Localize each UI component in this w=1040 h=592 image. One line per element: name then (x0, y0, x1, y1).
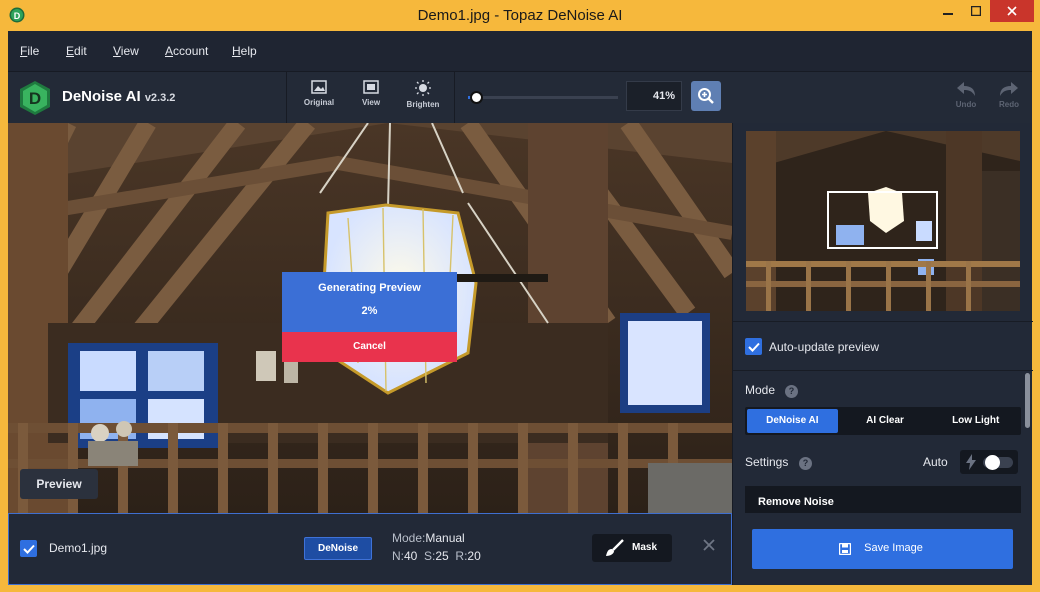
window-title: Demo1.jpg - Topaz DeNoise AI (417, 7, 623, 24)
app-name: DeNoise AI v2.3.2 (62, 88, 176, 105)
auto-toggle[interactable] (960, 450, 1018, 474)
redo-icon (1000, 82, 1018, 96)
dialog-title: Generating Preview (318, 282, 421, 294)
auto-update-checkbox[interactable] (745, 338, 762, 355)
tab-denoise-ai[interactable]: DeNoise AI (747, 409, 838, 433)
title-bar: D Demo1.jpg - Topaz DeNoise AI (0, 0, 1040, 31)
maximize-button[interactable] (962, 0, 990, 22)
brighten-button[interactable]: Brighten (403, 80, 443, 109)
remove-noise-section[interactable]: Remove Noise (745, 486, 1021, 513)
redo-button[interactable]: Redo (991, 80, 1027, 109)
undo-icon (957, 82, 975, 96)
original-button[interactable]: Original (299, 80, 339, 107)
mode-selector: DeNoise AI AI Clear Low Light (745, 407, 1021, 435)
app-frame: File Edit View Account Help D DeNoise AI… (8, 31, 1033, 585)
generating-preview-dialog: Generating Preview 2% Cancel (282, 272, 457, 362)
menu-account[interactable]: Account (165, 44, 208, 58)
save-area: Save Image (732, 513, 1032, 585)
mask-button[interactable]: Mask (592, 534, 672, 562)
navigator-viewport[interactable] (827, 191, 938, 249)
menu-view[interactable]: View (113, 44, 139, 58)
menu-help[interactable]: Help (232, 44, 257, 58)
toolbar: D DeNoise AI v2.3.2 Original View Bright… (8, 71, 1032, 124)
view-icon (363, 80, 379, 94)
brush-icon (606, 539, 624, 556)
mode-info: Mode:Manual (392, 531, 465, 545)
preview-button[interactable]: Preview (20, 469, 98, 499)
svg-text:D: D (29, 89, 41, 108)
help-icon[interactable]: ? (785, 385, 798, 398)
tab-ai-clear[interactable]: AI Clear (840, 407, 931, 435)
app-version: v2.3.2 (144, 92, 176, 104)
file-checkbox[interactable] (20, 540, 37, 557)
zoom-slider[interactable] (468, 91, 618, 104)
panel-scrollbar[interactable] (1025, 373, 1030, 428)
sun-icon (415, 80, 431, 96)
auto-update-label: Auto-update preview (769, 340, 880, 354)
menu-file[interactable]: File (20, 44, 39, 58)
params-info: N:40 S:25 R:20 (392, 549, 481, 563)
mode-label: Mode (745, 383, 776, 397)
view-button[interactable]: View (351, 80, 391, 107)
help-icon[interactable]: ? (799, 457, 812, 470)
close-button[interactable] (990, 0, 1034, 22)
save-disk-icon (839, 543, 851, 555)
denoise-logo-icon: D (20, 81, 50, 115)
settings-label: Settings (745, 455, 789, 469)
settings-panel: Auto-update preview Mode ? DeNoise AI AI… (732, 123, 1033, 513)
undo-button[interactable]: Undo (948, 80, 984, 109)
menu-edit[interactable]: Edit (66, 44, 87, 58)
panel-divider (733, 370, 1033, 371)
toolbar-separator (454, 72, 455, 124)
zoom-button[interactable] (691, 81, 721, 111)
toolbar-separator (286, 72, 287, 124)
toggle-knob[interactable] (985, 455, 1000, 470)
navigator-thumbnail[interactable] (746, 131, 1020, 311)
zoom-slider-handle[interactable] (470, 91, 483, 104)
progress-percent: 2% (361, 305, 378, 317)
panel-divider (733, 321, 1033, 322)
menu-bar: File Edit View Account Help (8, 31, 1032, 71)
file-name: Demo1.jpg (49, 541, 108, 555)
cancel-button[interactable]: Cancel (282, 332, 457, 362)
lightning-icon (966, 454, 976, 470)
checkmark-icon (22, 544, 35, 554)
save-image-button[interactable]: Save Image (752, 529, 1013, 569)
tab-low-light[interactable]: Low Light (930, 407, 1021, 435)
app-window: D Demo1.jpg - Topaz DeNoise AI File Edit… (0, 0, 1040, 592)
minimize-button[interactable] (934, 0, 962, 22)
zoom-value-field[interactable]: 41% (626, 81, 682, 111)
auto-label: Auto (923, 455, 948, 469)
model-badge[interactable]: DeNoise (304, 537, 372, 560)
image-icon (311, 80, 327, 94)
file-list-item[interactable]: Demo1.jpg DeNoise Mode:Manual N:40 S:25 … (8, 513, 732, 585)
remove-file-icon[interactable] (703, 538, 715, 556)
checkmark-icon (747, 342, 760, 352)
image-viewer[interactable]: Generating Preview 2% Cancel Preview (8, 123, 732, 513)
zoom-in-icon (698, 88, 714, 104)
